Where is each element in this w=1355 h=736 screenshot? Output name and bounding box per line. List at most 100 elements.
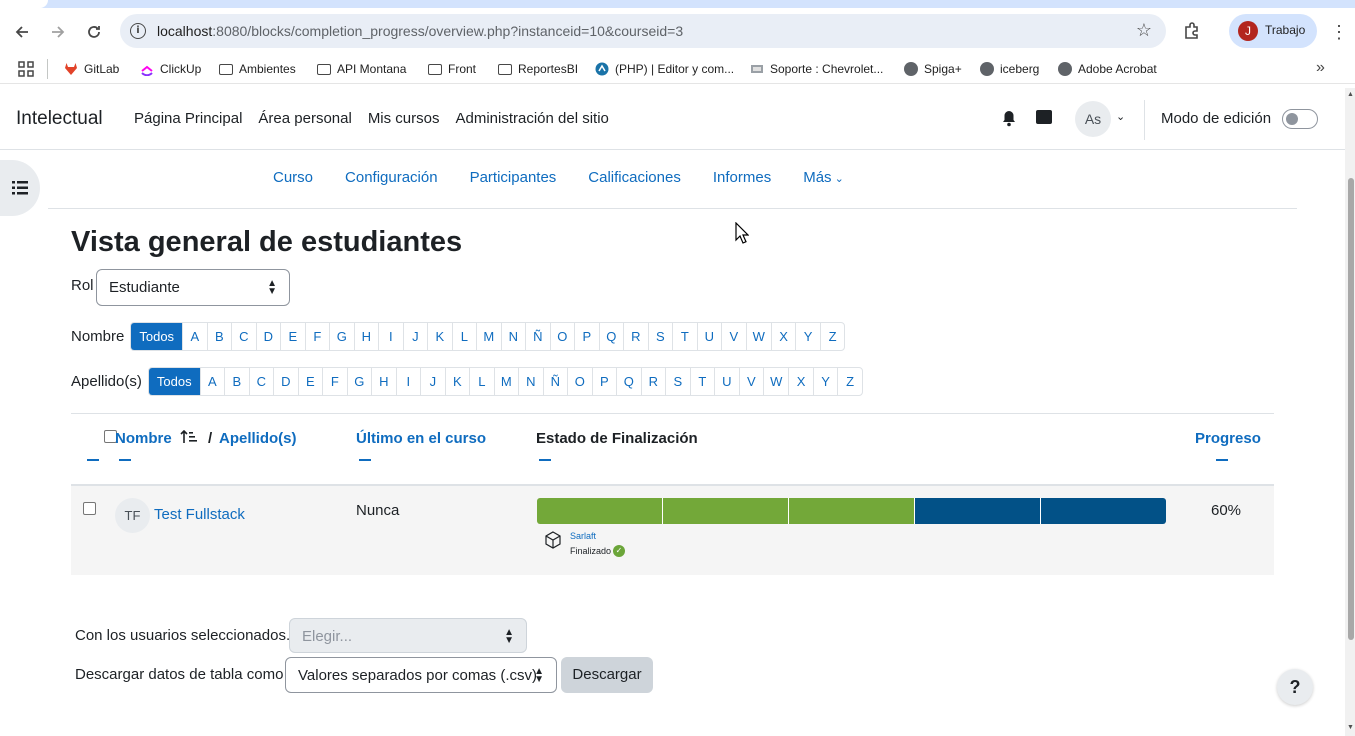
address-bar[interactable]: i localhost:8080/blocks/completion_progr… <box>120 14 1166 48</box>
active-tab[interactable] <box>0 0 48 8</box>
firstname-initial-letter[interactable]: A <box>182 323 207 350</box>
scroll-down-icon[interactable]: ▼ <box>1347 724 1354 731</box>
sort-progress-link[interactable]: Progreso <box>1195 430 1261 447</box>
lastname-initial-letter[interactable]: L <box>469 368 494 395</box>
lastname-initial-letter[interactable]: C <box>248 368 274 395</box>
sort-last-access-link[interactable]: Último en el curso <box>356 430 486 447</box>
messages-icon[interactable] <box>1036 110 1052 124</box>
tab-reports[interactable]: Informes <box>713 169 771 186</box>
tab-course[interactable]: Curso <box>273 169 313 186</box>
firstname-initial-letter[interactable]: F <box>304 323 330 350</box>
bookmark-php-editor[interactable]: (PHP) | Editor y com... <box>595 60 734 78</box>
firstname-initial-letter[interactable]: U <box>696 323 722 350</box>
progress-segment-complete[interactable] <box>663 498 789 524</box>
profile-button[interactable]: J Trabajo <box>1229 14 1317 48</box>
firstname-initial-letter[interactable]: I <box>378 323 403 350</box>
progress-segment-complete[interactable] <box>789 498 915 524</box>
tab-settings[interactable]: Configuración <box>345 169 438 186</box>
firstname-initial-letter[interactable]: S <box>647 323 673 350</box>
bookmark-clickup[interactable]: ClickUp <box>140 60 201 78</box>
forward-icon[interactable] <box>46 20 70 44</box>
firstname-initial-letter[interactable]: D <box>255 323 281 350</box>
firstname-initial-letter[interactable]: X <box>770 323 796 350</box>
bookmark-api-montana[interactable]: API Montana <box>317 60 406 78</box>
student-name-link[interactable]: Test Fullstack <box>154 506 245 523</box>
download-button[interactable]: Descargar <box>561 657 653 693</box>
lastname-initial-all[interactable]: Todos <box>148 368 200 395</box>
lastname-initial-letter[interactable]: G <box>346 368 372 395</box>
firstname-initial-letter[interactable]: M <box>476 323 501 350</box>
activity-name-link[interactable]: Sarlaft <box>570 531 596 541</box>
site-brand[interactable]: Intelectual <box>16 108 103 130</box>
row-select-checkbox[interactable] <box>83 502 96 515</box>
apps-icon[interactable] <box>18 60 34 78</box>
lastname-initial-letter[interactable]: D <box>273 368 298 395</box>
sort-firstname-link[interactable]: Nombre <box>115 429 198 447</box>
lastname-initial-letter[interactable]: X <box>788 368 813 395</box>
lastname-initial-letter[interactable]: A <box>199 368 225 395</box>
tab-grades[interactable]: Calificaciones <box>588 169 681 186</box>
firstname-initial-letter[interactable]: R <box>623 323 648 350</box>
nav-my-courses[interactable]: Mis cursos <box>368 110 440 127</box>
collapse-column-icon[interactable] <box>119 459 131 461</box>
lastname-initial-letter[interactable]: O <box>567 368 592 395</box>
progress-segment-complete[interactable] <box>537 498 663 524</box>
lastname-initial-letter[interactable]: K <box>444 368 470 395</box>
bookmark-reportesbi[interactable]: ReportesBI <box>498 60 578 78</box>
collapse-column-icon[interactable] <box>1216 459 1228 461</box>
lastname-initial-letter[interactable]: Z <box>837 368 862 395</box>
firstname-initial-letter[interactable]: N <box>500 323 526 350</box>
bookmark-spiga[interactable]: Spiga+ <box>904 60 962 78</box>
progress-segment-pending[interactable] <box>915 498 1041 524</box>
bookmark-soporte-chevrolet[interactable]: Soporte : Chevrolet... <box>750 60 883 78</box>
nav-home[interactable]: Página Principal <box>134 110 242 127</box>
lastname-initial-letter[interactable]: Q <box>616 368 641 395</box>
firstname-initial-letter[interactable]: T <box>672 323 697 350</box>
firstname-initial-letter[interactable]: P <box>574 323 599 350</box>
lastname-initial-letter[interactable]: I <box>395 368 421 395</box>
firstname-initial-letter[interactable]: H <box>353 323 379 350</box>
nav-dashboard[interactable]: Área personal <box>258 110 351 127</box>
progress-segment-pending[interactable] <box>1041 498 1166 524</box>
nav-site-admin[interactable]: Administración del sitio <box>456 110 609 127</box>
firstname-initial-letter[interactable]: Y <box>795 323 820 350</box>
firstname-initial-letter[interactable]: W <box>745 323 771 350</box>
firstname-initial-letter[interactable]: C <box>231 323 256 350</box>
lastname-initial-letter[interactable]: U <box>714 368 739 395</box>
role-select[interactable]: Estudiante ▲ ▼ <box>96 269 290 306</box>
collapse-column-icon[interactable] <box>87 459 99 461</box>
firstname-initial-letter[interactable]: K <box>427 323 452 350</box>
firstname-initial-letter[interactable]: Q <box>598 323 624 350</box>
bulk-action-select[interactable]: Elegir... ▲ ▼ <box>289 618 527 653</box>
firstname-initial-letter[interactable]: V <box>721 323 746 350</box>
user-avatar[interactable]: As <box>1075 101 1111 137</box>
notifications-bell-icon[interactable] <box>1001 110 1017 132</box>
bookmark-front[interactable]: Front <box>428 60 476 78</box>
bookmark-adobe-acrobat[interactable]: Adobe Acrobat <box>1058 60 1157 78</box>
scroll-up-icon[interactable]: ▲ <box>1347 91 1354 98</box>
sort-lastname-link[interactable]: Apellido(s) <box>219 430 297 447</box>
lastname-initial-letter[interactable]: R <box>640 368 666 395</box>
firstname-initial-letter[interactable]: B <box>206 323 232 350</box>
lastname-initial-letter[interactable]: T <box>689 368 715 395</box>
firstname-initial-letter[interactable]: G <box>329 323 354 350</box>
lastname-initial-letter[interactable]: Ñ <box>542 368 568 395</box>
firstname-initial-letter[interactable]: J <box>402 323 428 350</box>
edit-mode-toggle[interactable] <box>1282 109 1318 129</box>
back-icon[interactable] <box>10 20 34 44</box>
firstname-initial-letter[interactable]: Z <box>819 323 845 350</box>
collapse-column-icon[interactable] <box>359 459 371 461</box>
extensions-icon[interactable] <box>1182 21 1202 41</box>
firstname-initial-letter[interactable]: O <box>549 323 575 350</box>
browser-menu-icon[interactable]: ⋮ <box>1330 22 1348 43</box>
collapse-column-icon[interactable] <box>539 459 551 461</box>
tab-participants[interactable]: Participantes <box>470 169 557 186</box>
lastname-initial-letter[interactable]: S <box>665 368 690 395</box>
firstname-initial-letter[interactable]: E <box>280 323 305 350</box>
firstname-initial-all[interactable]: Todos <box>131 323 183 350</box>
lastname-initial-letter[interactable]: B <box>224 368 249 395</box>
help-button[interactable]: ? <box>1277 669 1313 705</box>
site-info-icon[interactable]: i <box>130 23 146 39</box>
lastname-initial-letter[interactable]: N <box>518 368 543 395</box>
course-index-drawer-button[interactable] <box>0 160 40 216</box>
